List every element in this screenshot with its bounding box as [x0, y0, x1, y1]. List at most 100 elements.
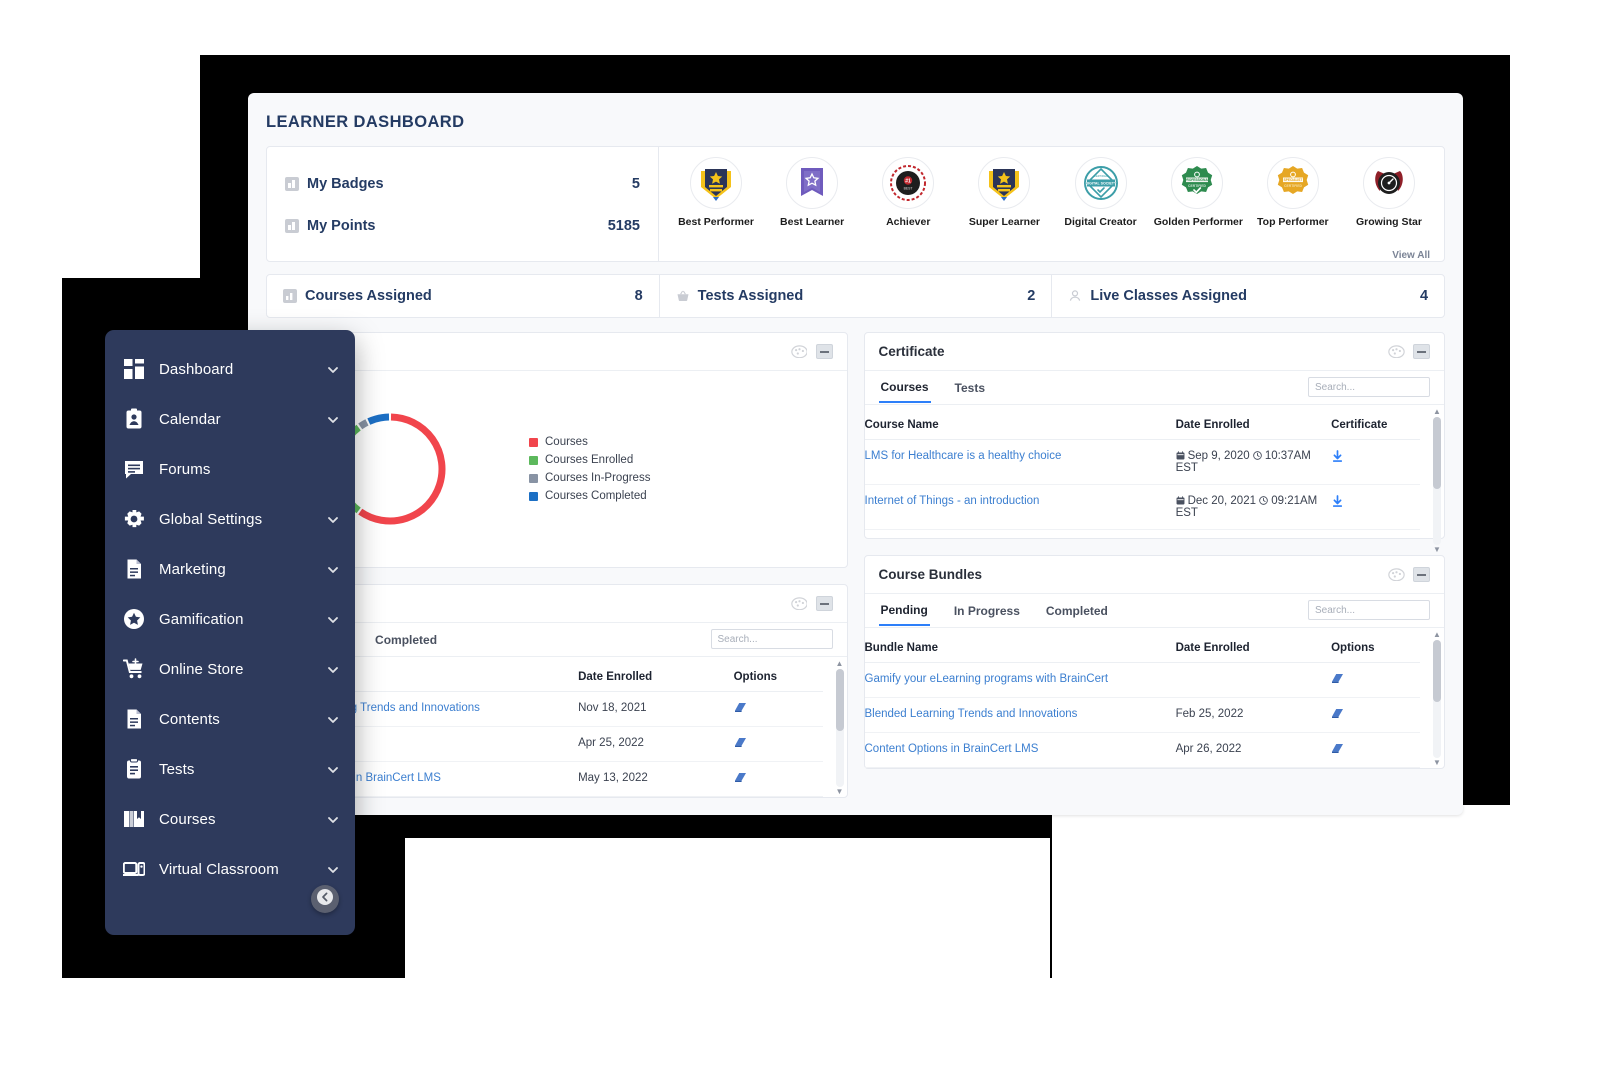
palette-icon[interactable] [791, 597, 808, 611]
scroll-down-arrow[interactable]: ▼ [836, 787, 844, 797]
chevron-down-icon [327, 563, 339, 575]
stat-value: 8 [635, 288, 643, 304]
assigned-summary-panel: Courses Assigned 8 Tests Assigned 2 Live… [266, 274, 1445, 318]
row-date-cell: Apr 25, 2022 [578, 727, 734, 762]
bar-chart-icon [285, 219, 299, 233]
scroll-up-arrow[interactable]: ▲ [1433, 407, 1441, 417]
sidebar-item-courses[interactable]: Courses [105, 794, 355, 844]
laurel-number-one-badge: #1 BEST [882, 157, 934, 209]
courses-search-input[interactable]: Search... [711, 629, 833, 649]
badges-summary-panel: My Badges 5 My Points 5185 Best Performe… [266, 146, 1445, 262]
learner-dashboard-card: LEARNER DASHBOARD My Badges 5 My Points … [248, 93, 1463, 815]
row-link[interactable]: Content Options in BrainCert LMS [865, 743, 1039, 755]
legend-item[interactable]: Courses Enrolled [529, 454, 650, 466]
document-icon [123, 558, 145, 580]
bundles-search-input[interactable]: Search... [1308, 600, 1430, 620]
tab-pending[interactable]: Pending [879, 595, 930, 626]
sidebar-item-calendar[interactable]: Calendar [105, 394, 355, 444]
minimize-icon[interactable] [1413, 344, 1430, 359]
legend-label: Courses Completed [545, 490, 647, 502]
bundles-scrollbar[interactable]: ▲ ▼ [1433, 640, 1441, 758]
sidebar-item-global-settings[interactable]: Global Settings [105, 494, 355, 544]
legend-item[interactable]: Courses [529, 436, 650, 448]
tab-tests[interactable]: Tests [953, 373, 987, 402]
legend-item[interactable]: Courses In-Progress [529, 472, 650, 484]
row-link[interactable]: Blended Learning Trends and Innovations [865, 708, 1078, 720]
tab-courses[interactable]: Courses [879, 372, 931, 403]
navigation-sidebar: Dashboard Calendar Forums Global Setting… [105, 330, 355, 935]
row-link[interactable]: Internet of Things - an introduction [865, 495, 1040, 507]
book-icon[interactable] [734, 737, 747, 747]
kpi-label: My Points [307, 218, 608, 234]
bar-chart-icon [285, 177, 299, 191]
sidebar-item-label: Dashboard [159, 361, 327, 378]
scroll-up-arrow[interactable]: ▲ [836, 659, 844, 669]
sidebar-item-tests[interactable]: Tests [105, 744, 355, 794]
sidebar-item-contents[interactable]: Contents [105, 694, 355, 744]
certificate-search-input[interactable]: Search... [1308, 377, 1430, 397]
sidebar-item-dashboard[interactable]: Dashboard [105, 344, 355, 394]
book-icon[interactable] [1331, 708, 1344, 718]
table-row: LMS for Healthcare is a healthy choice S… [865, 440, 1421, 485]
scroll-down-arrow[interactable]: ▼ [1433, 758, 1441, 768]
legend-swatch [529, 456, 538, 465]
book-icon[interactable] [734, 772, 747, 782]
device-backdrop-notch [405, 838, 1050, 983]
sidebar-item-gamification[interactable]: Gamification [105, 594, 355, 644]
minimize-icon[interactable] [816, 344, 833, 359]
badge-item[interactable]: #1 BEST Achiever [865, 157, 951, 229]
badge-item[interactable]: PROFESSIONAL CERTIFIED Golden Performer [1154, 157, 1240, 229]
svg-text:PROFESSIONAL: PROFESSIONAL [1184, 178, 1209, 182]
row-link[interactable]: Gamify your eLearning programs with Brai… [865, 673, 1109, 685]
sidebar-item-forums[interactable]: Forums [105, 444, 355, 494]
sidebar-item-marketing[interactable]: Marketing [105, 544, 355, 594]
row-link[interactable]: LMS for Healthcare is a healthy choice [865, 450, 1062, 462]
kpi-my-badges: My Badges 5 [285, 163, 640, 205]
book-icon[interactable] [734, 702, 747, 712]
palette-icon[interactable] [1388, 568, 1405, 582]
chevron-down-icon [327, 763, 339, 775]
collapse-sidebar-button[interactable] [311, 885, 339, 913]
minimize-icon[interactable] [1413, 567, 1430, 582]
donut-slice [360, 417, 442, 521]
certificate-scrollbar[interactable]: ▲ ▼ [1433, 417, 1441, 545]
badge-item[interactable]: DIGITAL SOCIETY CERTIFIED Digital Creato… [1058, 157, 1144, 229]
badge-item[interactable]: SPECIALIST CERTIFIED Top Performer [1250, 157, 1336, 229]
download-icon[interactable] [1331, 451, 1344, 466]
kpi-column: My Badges 5 My Points 5185 [267, 147, 659, 261]
scrollbar-thumb[interactable] [836, 669, 844, 731]
scroll-up-arrow[interactable]: ▲ [1433, 630, 1441, 640]
download-icon[interactable] [1331, 496, 1344, 511]
palette-icon[interactable] [791, 345, 808, 359]
tab-in-progress[interactable]: In Progress [952, 596, 1022, 625]
courses-scrollbar[interactable]: ▲ ▼ [836, 669, 844, 787]
badge-item[interactable]: Super Learner [961, 157, 1047, 229]
book-icon[interactable] [1331, 743, 1344, 753]
scroll-down-arrow[interactable]: ▼ [1433, 545, 1441, 555]
row-action-cell [1331, 485, 1420, 530]
chevron-down-icon [327, 513, 339, 525]
row-action-cell [734, 762, 823, 797]
nav-list: Dashboard Calendar Forums Global Setting… [105, 344, 355, 894]
kpi-my-points: My Points 5185 [285, 205, 640, 247]
stat-label: Live Classes Assigned [1090, 288, 1420, 304]
scrollbar-thumb[interactable] [1433, 417, 1441, 489]
tab-completed[interactable]: Completed [373, 625, 439, 654]
book-icon[interactable] [1331, 673, 1344, 683]
table-row: Content Options in BrainCert LMS Apr 26,… [865, 733, 1421, 768]
tab-completed[interactable]: Completed [1044, 596, 1110, 625]
sidebar-item-online-store[interactable]: Online Store [105, 644, 355, 694]
calendar-icon [1176, 451, 1185, 460]
badge-item[interactable]: Best Performer [673, 157, 759, 229]
clock-icon [1259, 496, 1268, 505]
legend-label: Courses In-Progress [545, 472, 650, 484]
badge-item[interactable]: Best Learner [769, 157, 855, 229]
sidebar-item-label: Marketing [159, 561, 327, 578]
legend-item[interactable]: Courses Completed [529, 490, 650, 502]
palette-icon[interactable] [1388, 345, 1405, 359]
badge-item[interactable]: Growing Star [1346, 157, 1432, 229]
scrollbar-thumb[interactable] [1433, 640, 1441, 702]
minimize-icon[interactable] [816, 596, 833, 611]
view-all-link[interactable]: View All [1392, 250, 1430, 261]
badge-label: Best Performer [673, 216, 759, 229]
